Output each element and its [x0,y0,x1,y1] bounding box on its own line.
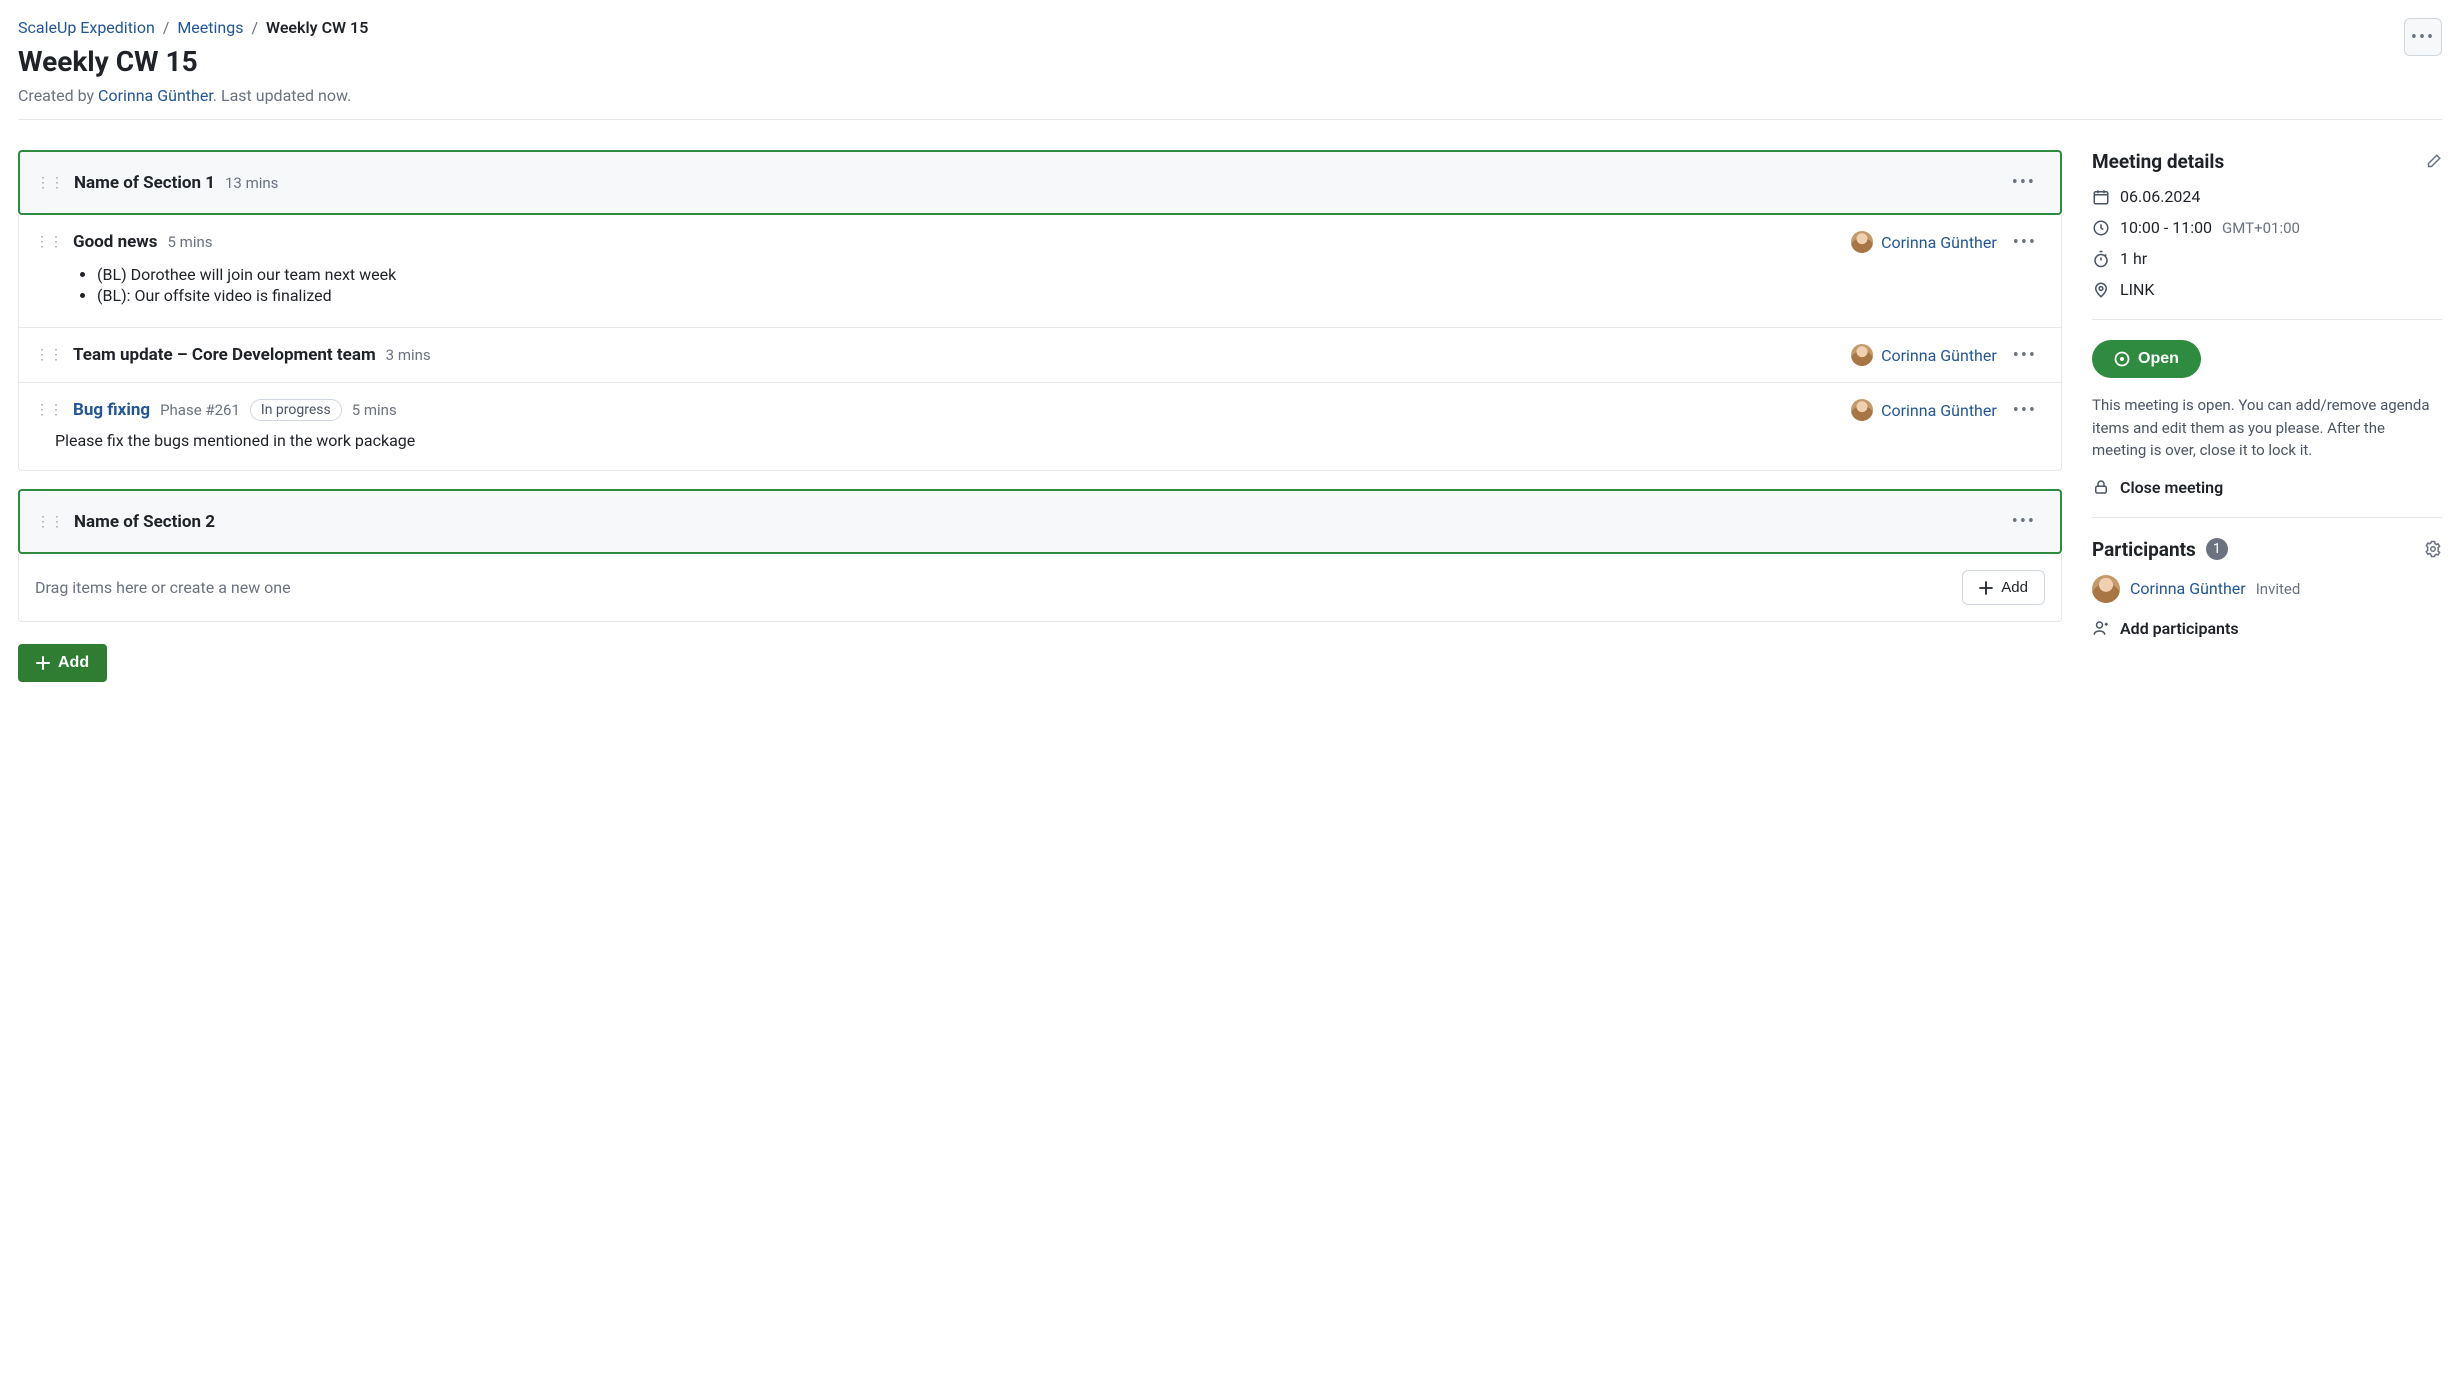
section-1-header[interactable]: ⋮⋮ Name of Section 1 13 mins ••• [18,150,2062,215]
meeting-location: LINK [2120,280,2154,299]
add-section-label: Add [58,654,89,672]
meeting-details-heading: Meeting details [2092,150,2224,173]
meeting-time: 10:00 - 11:00 [2120,218,2212,237]
participants-count-badge: 1 [2206,538,2228,560]
meeting-tz: GMT+01:00 [2222,219,2300,237]
drag-handle-icon[interactable]: ⋮⋮ [35,403,63,417]
section-duration: 13 mins [225,174,278,192]
item-bullet: (BL): Our offsite video is finalized [97,286,2045,305]
meeting-date: 06.06.2024 [2120,187,2200,206]
item-phase: Phase #261 [160,401,240,419]
calendar-icon [2092,188,2110,206]
breadcrumb-section[interactable]: Meetings [177,18,243,37]
gear-icon[interactable] [2424,540,2442,558]
item-duration: 3 mins [386,346,431,364]
avatar [2092,575,2120,603]
item-bullet: (BL) Dorothee will join our team next we… [97,265,2045,284]
agenda-item: ⋮⋮ Good news 5 mins Corinna Günther ••• … [19,215,2061,327]
open-description: This meeting is open. You can add/remove… [2092,394,2442,462]
page-title: Weekly CW 15 [18,45,2404,78]
item-title-link[interactable]: Bug fixing [73,400,150,420]
avatar [1851,344,1873,366]
drag-handle-icon[interactable]: ⋮⋮ [36,176,64,190]
breadcrumb-sep: / [251,18,258,37]
breadcrumb-sep: / [163,18,170,37]
section-title: Name of Section 1 [74,173,215,193]
sidebar-divider [2092,319,2442,320]
section-more-icon[interactable]: ••• [2006,172,2042,193]
item-more-icon[interactable]: ••• [2007,345,2043,366]
participant-name[interactable]: Corinna Günther [2130,579,2246,598]
created-by-label: Created by [18,86,98,105]
drag-handle-icon[interactable]: ⋮⋮ [35,348,63,362]
open-status-button[interactable]: Open [2092,340,2201,378]
location-icon [2092,281,2110,299]
pencil-icon[interactable] [2424,153,2442,171]
item-body-text: Please fix the bugs mentioned in the wor… [55,431,415,450]
drag-handle-icon[interactable]: ⋮⋮ [35,235,63,249]
item-duration: 5 mins [168,233,213,251]
owner-link[interactable]: Corinna Günther [1881,401,1997,420]
add-item-label: Add [2001,579,2028,596]
section-more-icon[interactable]: ••• [2006,511,2042,532]
page-more-button[interactable]: ••• [2404,18,2442,56]
header-divider [18,119,2442,120]
open-label: Open [2138,350,2179,368]
sidebar-divider [2092,517,2442,518]
add-participants-button[interactable]: Add participants [2092,619,2442,638]
item-title: Good news [73,232,158,252]
updated-label: Last updated now. [221,86,351,105]
owner-link[interactable]: Corinna Günther [1881,233,1997,252]
plus-icon [36,656,50,670]
clock-icon [2092,219,2110,237]
plus-icon [1979,581,1993,595]
agenda-item: ⋮⋮ Bug fixing Phase #261 In progress 5 m… [19,382,2061,470]
meta-line: Created by Corinna Günther. Last updated… [18,86,2404,105]
status-badge: In progress [250,399,342,421]
avatar [1851,231,1873,253]
breadcrumb: ScaleUp Expedition / Meetings / Weekly C… [18,18,2404,37]
drag-handle-icon[interactable]: ⋮⋮ [36,515,64,529]
author-link[interactable]: Corinna Günther [98,86,213,105]
section-2-header[interactable]: ⋮⋮ Name of Section 2 ••• [18,489,2062,554]
participant-status: Invited [2256,580,2301,598]
item-duration: 5 mins [352,401,397,419]
stopwatch-icon [2092,250,2110,268]
meeting-duration: 1 hr [2120,249,2147,268]
breadcrumb-project[interactable]: ScaleUp Expedition [18,18,155,37]
open-dot-icon [2114,351,2130,367]
item-more-icon[interactable]: ••• [2007,232,2043,253]
agenda-item: ⋮⋮ Team update – Core Development team 3… [19,327,2061,382]
avatar [1851,399,1873,421]
add-section-button[interactable]: Add [18,644,107,682]
dropzone-hint: Drag items here or create a new one [35,578,1962,597]
person-plus-icon [2092,619,2110,637]
close-meeting-button[interactable]: Close meeting [2092,478,2442,497]
item-title: Team update – Core Development team [73,345,376,365]
participants-heading: Participants [2092,538,2196,561]
section-title: Name of Section 2 [74,512,215,532]
add-item-button[interactable]: Add [1962,570,2045,605]
add-participants-label: Add participants [2120,619,2239,638]
item-more-icon[interactable]: ••• [2007,400,2043,421]
lock-icon [2092,478,2110,496]
breadcrumb-current: Weekly CW 15 [266,18,368,37]
close-meeting-label: Close meeting [2120,478,2223,497]
participant-row: Corinna Günther Invited [2092,575,2442,603]
owner-link[interactable]: Corinna Günther [1881,346,1997,365]
